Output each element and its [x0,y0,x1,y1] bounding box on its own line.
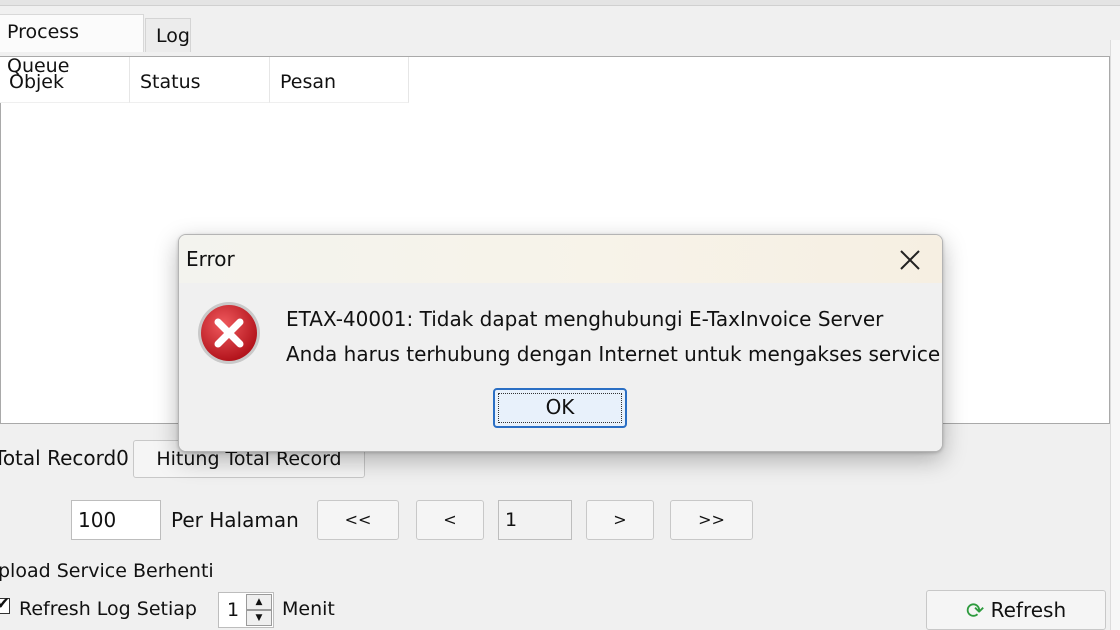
refresh-icon: ⟳ [965,599,985,624]
tab-log-label: Log [156,25,190,47]
per-page-input[interactable]: 100 [71,500,161,540]
first-page-label: << [344,510,372,529]
per-page-label: Per Halaman [171,508,299,532]
prev-page-button[interactable]: < [416,500,484,540]
spin-up-button[interactable]: ▲ [246,594,272,610]
last-page-button[interactable]: >> [670,500,753,540]
page-number-field[interactable]: 1 [498,500,572,540]
triangle-up-icon: ▲ [255,597,263,607]
check-mark-icon: ✔ [0,594,11,614]
refresh-interval-spinbox[interactable]: 1 ▲ ▼ [218,592,274,628]
ok-button-label: OK [545,395,575,419]
next-page-label: > [613,510,627,529]
window-top-strip [0,0,1120,6]
error-message-line1: ETAX-40001: Tidak dapat menghubungi E-Ta… [286,307,884,331]
tab-process-queue-label: Process Queue [7,21,80,77]
window-right-edge [1110,40,1120,630]
column-header-pesan-label: Pesan [280,71,337,93]
column-header-pesan[interactable]: Pesan [270,57,409,103]
upload-service-status: pload Service Berhenti [0,560,214,582]
error-message-line2: Anda harus terhubung dengan Internet unt… [286,342,941,366]
dialog-title: Error [186,247,235,271]
tab-log[interactable]: Log [145,18,191,52]
dialog-title-bar: Error [179,235,942,283]
triangle-down-icon: ▼ [255,613,263,623]
ok-button[interactable]: OK [493,388,627,428]
refresh-interval-value: 1 [227,599,240,621]
dialog-close-button[interactable] [885,235,935,283]
close-icon [900,250,920,270]
last-page-label: >> [698,510,725,529]
total-record-value: 0 [116,446,129,470]
total-record-label: Total Record0 [0,446,129,470]
refresh-button[interactable]: ⟳ Refresh [926,590,1106,630]
refresh-log-checkbox[interactable]: ✔ [0,594,10,614]
refresh-log-label: Refresh Log Setiap [19,598,197,620]
page-number-value: 1 [505,509,518,531]
tab-process-queue[interactable]: Process Queue [0,14,144,77]
prev-page-label: < [443,510,457,529]
column-header-status-label: Status [140,71,201,93]
column-header-status[interactable]: Status [130,57,270,103]
error-dialog: Error ETAX-40001: Tidak dapat menghubung… [178,234,943,452]
next-page-button[interactable]: > [586,500,654,540]
total-record-text: Total Record [0,446,117,470]
interval-unit-label: Menit [282,598,335,620]
first-page-button[interactable]: << [317,500,399,540]
refresh-button-label: Refresh [990,598,1067,622]
per-page-value: 100 [78,508,117,532]
spin-down-button[interactable]: ▼ [246,610,272,626]
error-icon [195,299,263,367]
